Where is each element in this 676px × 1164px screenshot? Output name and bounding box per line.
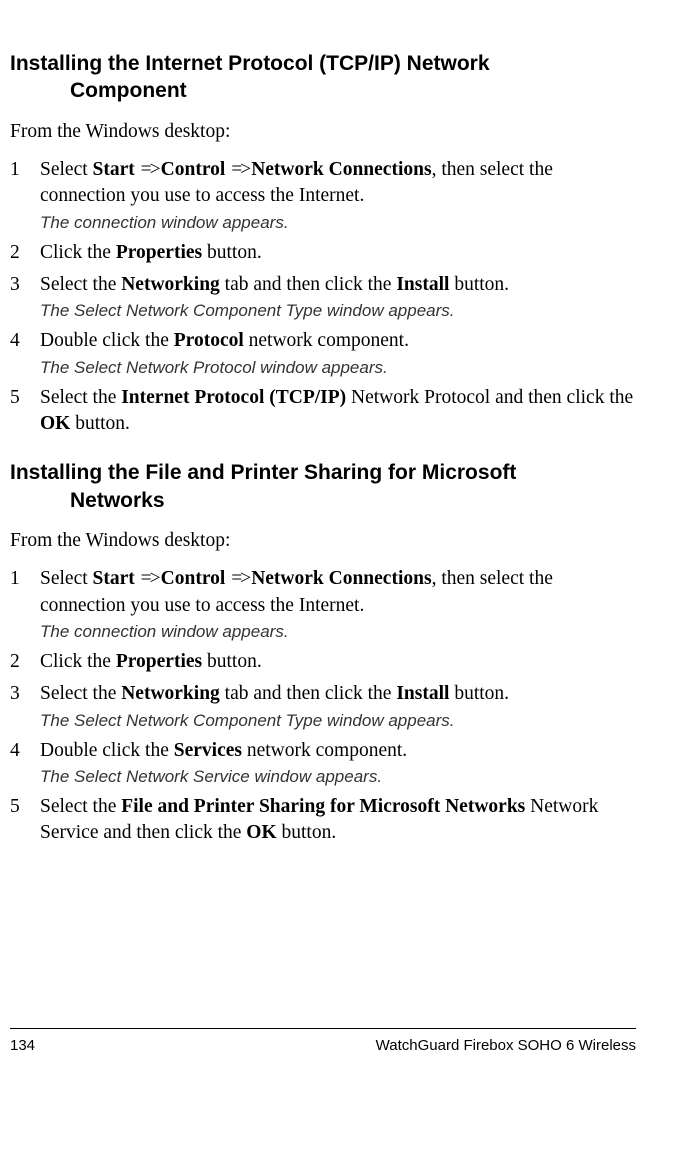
arrow-icon: =>	[230, 566, 251, 592]
step-note: The Select Network Service window appear…	[40, 766, 636, 788]
step-note: The Select Network Component Type window…	[40, 710, 636, 732]
intro-text: From the Windows desktop:	[10, 119, 636, 145]
step-note: The Select Network Component Type window…	[40, 300, 636, 322]
step-body: Double click the Protocol network compon…	[40, 328, 636, 378]
heading-line: Networks	[10, 487, 636, 514]
step-number: 1	[10, 157, 40, 234]
list-item: 3Select the Networking tab and then clic…	[10, 681, 636, 731]
arrow-icon: =>	[140, 157, 161, 183]
intro-text: From the Windows desktop:	[10, 528, 636, 554]
list-item: 5Select the File and Printer Sharing for…	[10, 794, 636, 847]
heading-line: Component	[10, 77, 636, 104]
page-number: 134	[10, 1037, 35, 1054]
doc-title: WatchGuard Firebox SOHO 6 Wireless	[376, 1037, 636, 1054]
steps-list: 1Select Start =>Control =>Network Connec…	[10, 157, 636, 437]
step-number: 3	[10, 681, 40, 731]
step-number: 1	[10, 566, 40, 643]
section-heading: Installing the Internet Protocol (TCP/IP…	[10, 50, 636, 105]
list-item: 1Select Start =>Control =>Network Connec…	[10, 157, 636, 234]
step-number: 3	[10, 272, 40, 322]
step-note: The connection window appears.	[40, 212, 636, 234]
step-number: 2	[10, 649, 40, 675]
step-body: Select the Networking tab and then click…	[40, 681, 636, 731]
list-item: 2Click the Properties button.	[10, 240, 636, 266]
step-body: Select Start =>Control =>Network Connect…	[40, 157, 636, 234]
section-heading: Installing the File and Printer Sharing …	[10, 459, 636, 514]
document-page: Installing the Internet Protocol (TCP/IP…	[0, 0, 676, 1164]
arrow-icon: =>	[230, 157, 251, 183]
arrow-icon: =>	[140, 566, 161, 592]
list-item: 4Double click the Services network compo…	[10, 738, 636, 788]
list-item: 2Click the Properties button.	[10, 649, 636, 675]
step-body: Click the Properties button.	[40, 649, 636, 675]
list-item: 1Select Start =>Control =>Network Connec…	[10, 566, 636, 643]
step-body: Select the Internet Protocol (TCP/IP) Ne…	[40, 385, 636, 438]
steps-list: 1Select Start =>Control =>Network Connec…	[10, 566, 636, 846]
step-body: Double click the Services network compon…	[40, 738, 636, 788]
step-number: 4	[10, 328, 40, 378]
step-note: The Select Network Protocol window appea…	[40, 357, 636, 379]
step-number: 5	[10, 385, 40, 438]
list-item: 4Double click the Protocol network compo…	[10, 328, 636, 378]
step-body: Click the Properties button.	[40, 240, 636, 266]
page-footer: 134 WatchGuard Firebox SOHO 6 Wireless	[10, 1028, 636, 1054]
heading-line: Installing the Internet Protocol (TCP/IP…	[10, 50, 636, 77]
step-body: Select the File and Printer Sharing for …	[40, 794, 636, 847]
step-note: The connection window appears.	[40, 621, 636, 643]
list-item: 3Select the Networking tab and then clic…	[10, 272, 636, 322]
list-item: 5Select the Internet Protocol (TCP/IP) N…	[10, 385, 636, 438]
step-number: 4	[10, 738, 40, 788]
heading-line: Installing the File and Printer Sharing …	[10, 459, 636, 486]
step-number: 2	[10, 240, 40, 266]
step-body: Select the Networking tab and then click…	[40, 272, 636, 322]
step-body: Select Start =>Control =>Network Connect…	[40, 566, 636, 643]
step-number: 5	[10, 794, 40, 847]
